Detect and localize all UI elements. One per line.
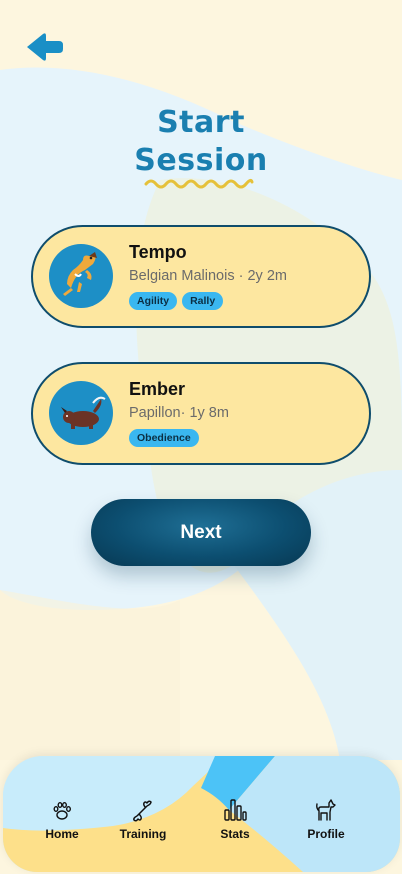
tag-badge: Obedience [129, 429, 199, 447]
nav-item-home[interactable]: Home [22, 798, 102, 846]
nav-item-training[interactable]: Training [103, 798, 183, 846]
dog-name: Ember [129, 379, 186, 399]
dog-card-tempo[interactable]: Tempo Belgian Malinois · 2y 2m Agility R… [31, 225, 371, 328]
dog-tags: Obedience [129, 429, 199, 447]
bone-icon [133, 800, 152, 822]
bar-chart-icon [224, 799, 247, 821]
title-underline-squiggle [144, 178, 254, 189]
arrow-left-icon [27, 33, 63, 61]
dog-card-ember[interactable]: Ember Papillon· 1y 8m Obedience [31, 362, 371, 465]
title-line-1: Start [157, 105, 245, 140]
dog-breed-age: Papillon· 1y 8m [129, 405, 229, 421]
next-button-label: Next [180, 521, 222, 543]
dog-name: Tempo [129, 242, 187, 262]
dog-avatar [49, 381, 113, 445]
dog-icon [316, 799, 336, 821]
dog-avatar [49, 244, 113, 308]
nav-label: Training [119, 827, 167, 841]
nav-label: Stats [220, 827, 250, 841]
bottom-nav: Home Training Stats Profile [3, 756, 400, 872]
tag-badge: Rally [182, 292, 224, 310]
nav-item-stats[interactable]: Stats [195, 798, 275, 846]
paw-icon [53, 802, 71, 820]
title-line-2: Session [134, 143, 268, 178]
dog-breed-age: Belgian Malinois · 2y 2m [129, 268, 287, 284]
nav-label: Profile [307, 827, 345, 841]
page-title: Start Session [0, 104, 402, 180]
back-button[interactable] [24, 30, 66, 64]
playing-dog-illustration [61, 396, 106, 429]
next-button[interactable]: Next [91, 499, 311, 566]
nav-item-profile[interactable]: Profile [286, 798, 366, 846]
jumping-dog-illustration [63, 252, 97, 296]
dog-tags: Agility Rally [129, 292, 224, 310]
nav-label: Home [45, 827, 79, 841]
tag-badge: Agility [129, 292, 178, 310]
